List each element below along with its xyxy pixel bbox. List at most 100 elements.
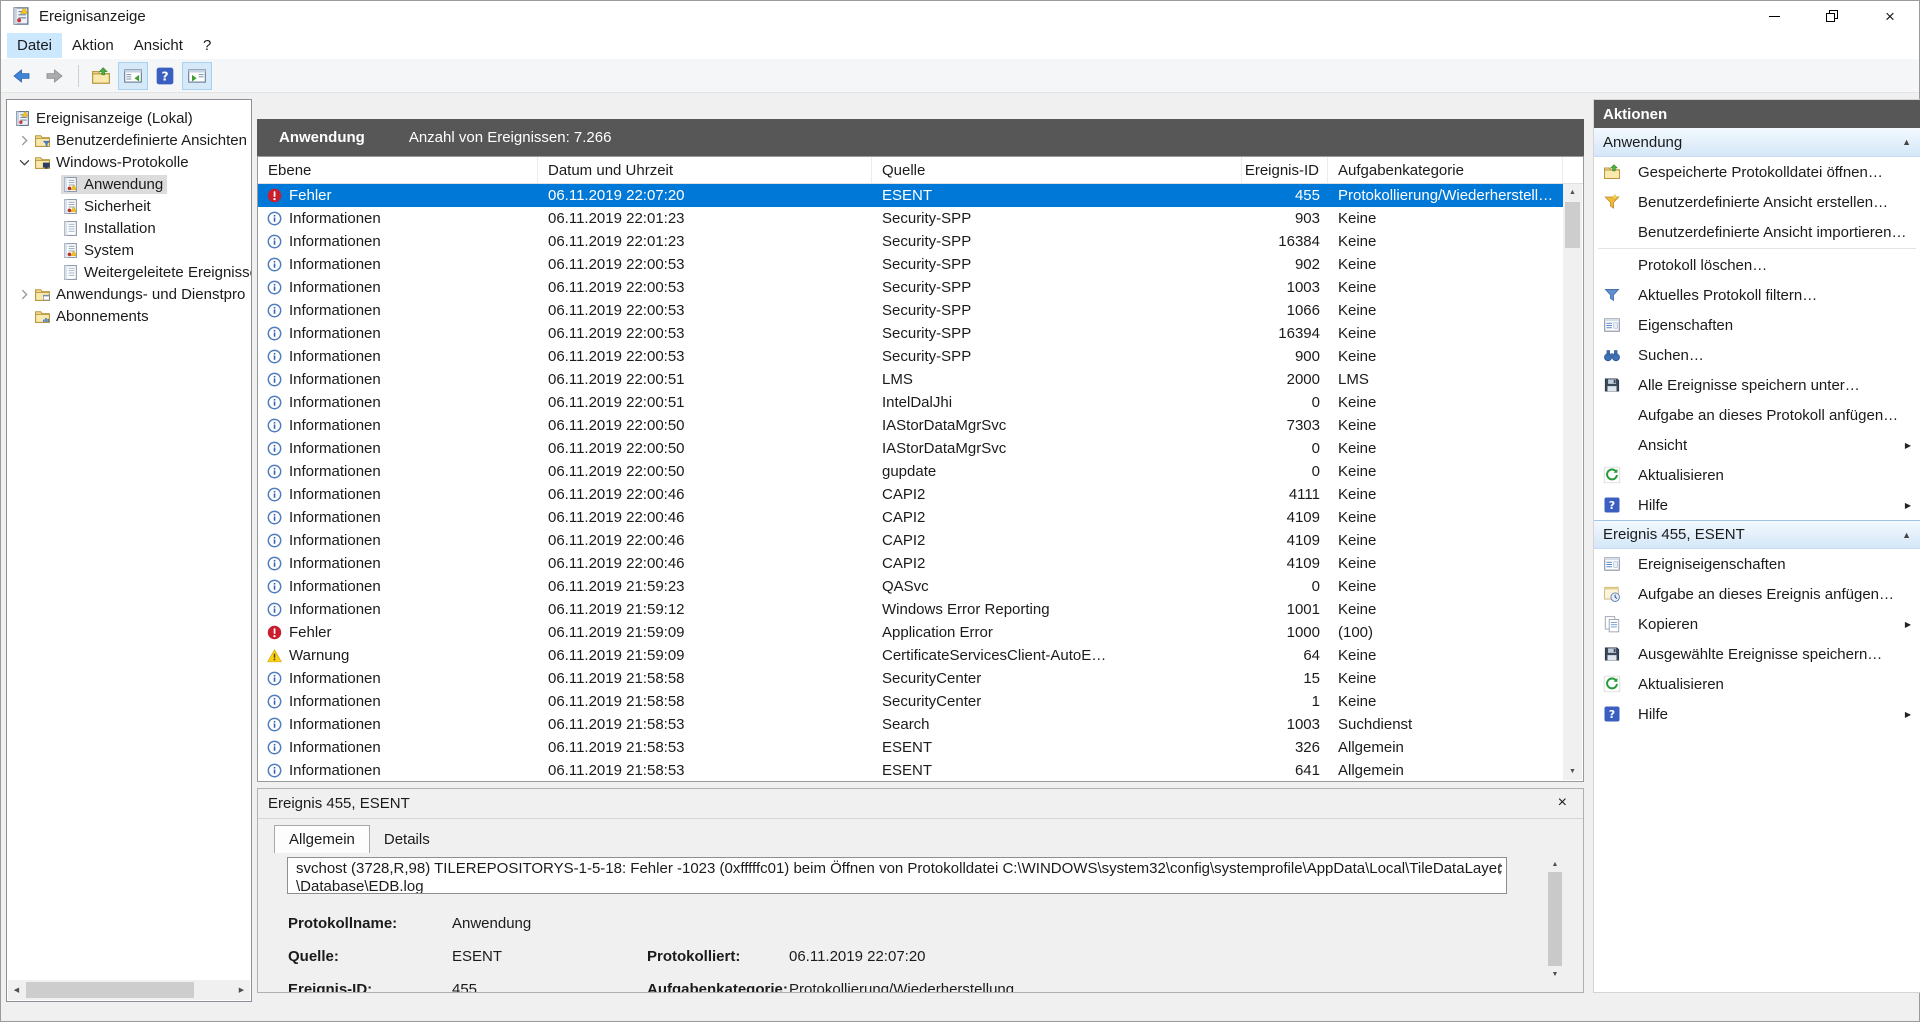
tree-item-anwendungs-und-dienstpro[interactable]: Anwendungs- und Dienstpro [15,283,251,305]
tree-item-content: System [61,241,138,260]
table-row[interactable]: Informationen 06.11.2019 22:00:46 CAPI2 410… [258,506,1563,529]
action-item-alle-ereignisse-speichern-unter[interactable]: Alle Ereignisse speichern unter… [1594,370,1920,400]
tree-item-anwendung[interactable]: Anwendung [43,173,251,195]
cell-level: Informationen [258,302,538,319]
scrollbar-thumb[interactable] [26,982,194,998]
table-row[interactable]: Informationen 06.11.2019 21:58:58 Security… [258,690,1563,713]
action-item-ansicht[interactable]: Ansicht ▶ [1594,430,1920,460]
table-row[interactable]: Informationen 06.11.2019 22:00:53 Security… [258,322,1563,345]
action-item-aufgabe-an-dieses-protokoll-anfügen[interactable]: Aufgabe an dieses Protokoll anfügen… [1594,400,1920,430]
table-row[interactable]: Informationen 06.11.2019 22:00:51 LMS 2000 L… [258,368,1563,391]
menu-item-datei[interactable]: Datei [7,32,63,58]
tab-allgemein[interactable]: Allgemein [274,825,370,853]
scroll-left-icon[interactable]: ◀ [8,980,25,1000]
action-item-kopieren[interactable]: Kopieren ▶ [1594,609,1920,639]
table-row[interactable]: Informationen 06.11.2019 21:58:53 Search 10… [258,713,1563,736]
tree-item-windows-protokolle[interactable]: Windows-Protokolle [15,151,251,173]
table-row[interactable]: Informationen 06.11.2019 22:00:53 Security… [258,276,1563,299]
close-details-icon[interactable]: × [1558,795,1567,811]
restore-button[interactable] [1803,1,1861,31]
scroll-up-icon[interactable]: ▲ [1546,857,1564,871]
column-header-ereignis-id[interactable]: Ereignis-ID [1242,157,1328,183]
scroll-down-icon[interactable]: ▼ [1546,967,1564,981]
table-row[interactable]: Informationen 06.11.2019 21:58:53 ESENT 641… [258,759,1563,781]
tree-item-system[interactable]: System [43,239,251,261]
action-pane-toggle-button[interactable] [182,61,212,90]
table-row[interactable]: Informationen 06.11.2019 22:00:50 IAStorDa… [258,414,1563,437]
table-row[interactable]: Informationen 06.11.2019 22:01:23 Security… [258,207,1563,230]
chevron-right-icon[interactable] [15,287,33,301]
menu-item-ansicht[interactable]: Ansicht [124,33,193,58]
tree-item-installation[interactable]: Installation [43,217,251,239]
minimize-button[interactable] [1745,1,1803,31]
tree-item-weitergeleitete-ereignisse[interactable]: Weitergeleitete Ereignisse [43,261,251,283]
action-item-hilfe[interactable]: ? Hilfe ▶ [1594,490,1920,520]
table-row[interactable]: Informationen 06.11.2019 22:00:50 IAStorDa… [258,437,1563,460]
table-row[interactable]: Informationen 06.11.2019 22:00:46 CAPI2 410… [258,552,1563,575]
actions-pane-body: Anwendung ▲ Gespeicherte Protokolldatei öf… [1594,128,1920,729]
tree-item-abonnements[interactable]: Abonnements [15,305,251,327]
action-item-benutzerdefinierte-ansicht-importieren[interactable]: Benutzerdefinierte Ansicht importieren… [1594,217,1920,247]
help-button[interactable]: ? [150,62,180,90]
table-row[interactable]: Informationen 06.11.2019 22:00:50 gupdate 0… [258,460,1563,483]
action-item-benutzerdefinierte-ansicht-erstellen[interactable]: Benutzerdefinierte Ansicht erstellen… [1594,187,1920,217]
column-header-aufgabenkategorie[interactable]: Aufgabenkategorie [1328,157,1563,183]
action-item-suchen[interactable]: Suchen… [1594,340,1920,370]
table-row[interactable]: Fehler 06.11.2019 22:07:20 ESENT 455 Protoko… [258,184,1563,207]
console-tree-toggle-button[interactable] [118,61,148,90]
level-label: Fehler [289,187,332,204]
table-row[interactable]: Informationen 06.11.2019 21:58:53 ESENT 326… [258,736,1563,759]
action-item-aktualisieren[interactable]: Aktualisieren [1594,460,1920,490]
action-item-hilfe[interactable]: ? Hilfe ▶ [1594,699,1920,729]
table-row[interactable]: Informationen 06.11.2019 22:00:51 IntelDal… [258,391,1563,414]
column-header-ebene[interactable]: Ebene [258,157,538,183]
scrollbar-thumb[interactable] [1548,872,1562,966]
table-row[interactable]: Warnung 06.11.2019 21:59:09 CertificateSer… [258,644,1563,667]
table-row[interactable]: Informationen 06.11.2019 22:00:53 Security… [258,299,1563,322]
action-item-eigenschaften[interactable]: Eigenschaften [1594,310,1920,340]
action-item-aktualisieren[interactable]: Aktualisieren [1594,669,1920,699]
collapse-icon[interactable]: ▲ [1902,530,1911,540]
scroll-down-icon[interactable]: ▾ [1498,869,1502,877]
scroll-down-icon[interactable]: ▼ [1563,763,1582,780]
column-header-datum-und-uhrzeit[interactable]: Datum und Uhrzeit [538,157,872,183]
action-item-aufgabe-an-dieses-ereignis-anfügen[interactable]: Aufgabe an dieses Ereignis anfügen… [1594,579,1920,609]
table-row[interactable]: Informationen 06.11.2019 22:00:46 CAPI2 411… [258,483,1563,506]
close-button[interactable]: × [1861,1,1919,31]
tree-item-sicherheit[interactable]: Sicherheit [43,195,251,217]
action-item-protokoll-löschen[interactable]: Protokoll löschen… [1594,250,1920,280]
collapse-icon[interactable]: ▲ [1902,137,1911,147]
table-row[interactable]: Informationen 06.11.2019 22:00:53 Security… [258,253,1563,276]
menu-item-aktion[interactable]: Aktion [62,33,124,58]
action-item-ausgewählte-ereignisse-speichern[interactable]: Ausgewählte Ereignisse speichern… [1594,639,1920,669]
actions-section-anwendung[interactable]: Anwendung ▲ [1594,128,1920,157]
chevron-down-icon[interactable] [15,155,33,169]
column-header-quelle[interactable]: Quelle [872,157,1242,183]
table-row[interactable]: Informationen 06.11.2019 21:59:12 Windows … [258,598,1563,621]
table-row[interactable]: Informationen 06.11.2019 22:00:46 CAPI2 410… [258,529,1563,552]
scroll-right-icon[interactable]: ▶ [233,980,250,1000]
tab-details[interactable]: Details [370,826,444,853]
cell-level: Warnung [258,647,538,664]
open-saved-log-button[interactable] [86,62,116,90]
table-row[interactable]: Fehler 06.11.2019 21:59:09 Application Err… [258,621,1563,644]
forward-arrow-button[interactable] [39,62,69,90]
scrollbar-thumb[interactable] [1565,202,1580,248]
menu-item-help[interactable]: ? [193,33,221,58]
action-item-aktuelles-protokoll-filtern[interactable]: Aktuelles Protokoll filtern… [1594,280,1920,310]
back-arrow-button[interactable] [7,62,37,90]
action-item-gespeicherte-protokolldatei-öffnen[interactable]: Gespeicherte Protokolldatei öffnen… [1594,157,1920,187]
actions-section-ereignis-455-esent[interactable]: Ereignis 455, ESENT ▲ [1594,520,1920,549]
field-value: Protokollierung/Wiederherstellung [789,981,1015,993]
table-row[interactable]: Informationen 06.11.2019 21:59:23 QASvc 0 Ke… [258,575,1563,598]
level-label: Informationen [289,670,381,687]
tree-item-benutzerdefinierte-ansichten[interactable]: Benutzerdefinierte Ansichten [15,129,251,151]
table-row[interactable]: Informationen 06.11.2019 22:00:53 Security… [258,345,1563,368]
tree-item-ereignisanzeige-lokal[interactable]: Ereignisanzeige (Lokal) [13,107,251,129]
scroll-up-icon[interactable]: ▲ [1563,184,1582,201]
chevron-right-icon[interactable] [15,133,33,147]
table-row[interactable]: Informationen 06.11.2019 21:58:58 Security… [258,667,1563,690]
table-row[interactable]: Informationen 06.11.2019 22:01:23 Security… [258,230,1563,253]
action-item-ereigniseigenschaften[interactable]: Ereigniseigenschaften [1594,549,1920,579]
